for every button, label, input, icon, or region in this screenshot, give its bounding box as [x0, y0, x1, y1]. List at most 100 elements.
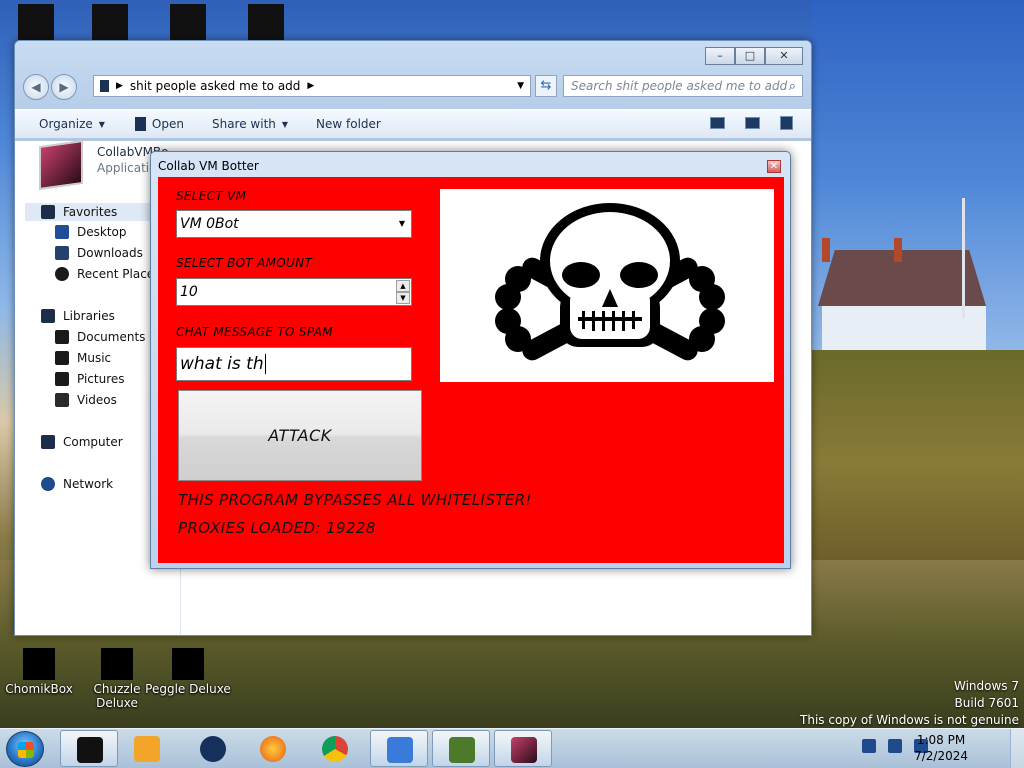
chomikbox-icon [23, 648, 55, 680]
address-bar[interactable]: ▶ shit people asked me to add ▶ ▼ [93, 75, 531, 97]
watermark-line: Build 7601 [954, 696, 1019, 710]
vm-select[interactable]: VM 0Bot ▼ [176, 210, 412, 238]
desktop-icon-top-1[interactable] [18, 4, 54, 40]
command-bar: Organize ▼ Open Share with ▼ New folder [15, 109, 811, 139]
taskbar-button-globe[interactable] [184, 730, 242, 767]
videos-icon [55, 393, 69, 407]
flag-pole [962, 198, 965, 318]
sidebar-item-documents[interactable]: Documents [55, 330, 145, 344]
desktop-icon-top-3[interactable] [170, 4, 206, 40]
sidebar-label: Music [77, 351, 112, 365]
minimize-button[interactable]: – [705, 47, 735, 65]
desktop-icon-peggle[interactable]: Peggle Deluxe [143, 640, 233, 696]
sidebar-label: Pictures [77, 372, 125, 386]
address-crumb[interactable]: shit people asked me to add [130, 79, 300, 93]
search-input[interactable]: Search shit people asked me to add ⌕ [563, 75, 803, 97]
recent-places-icon [55, 267, 69, 281]
chevron-right-icon: ▶ [116, 81, 123, 91]
firefox-icon [260, 736, 286, 762]
sidebar-label: Downloads [77, 246, 143, 260]
network-tray-icon[interactable] [862, 739, 876, 753]
peggle-icon [172, 648, 204, 680]
watermark-line: This copy of Windows is not genuine [800, 713, 1019, 727]
increment-button[interactable]: ▲ [396, 280, 410, 292]
preview-pane-icon[interactable] [745, 117, 760, 129]
clock-time: 1:08 PM [916, 733, 966, 747]
skull-image [440, 189, 774, 382]
back-button[interactable]: ◀ [23, 74, 49, 100]
pictures-icon [55, 372, 69, 386]
start-button[interactable] [6, 731, 44, 767]
desktop-house [818, 238, 986, 350]
sidebar-item-computer[interactable]: Computer [41, 435, 123, 449]
sidebar-item-libraries[interactable]: Libraries [41, 309, 115, 323]
chevron-down-icon[interactable]: ▼ [395, 213, 409, 235]
forward-button[interactable]: ▶ [51, 74, 77, 100]
search-icon[interactable]: ⌕ [789, 77, 796, 97]
chat-message-input[interactable]: what is th [176, 347, 412, 381]
refresh-icon[interactable]: ⇆ [535, 75, 557, 97]
chevron-down-icon[interactable]: ▼ [517, 81, 524, 91]
downloads-icon [55, 246, 69, 260]
chat-message-value: what is th [180, 354, 264, 374]
watermark-line: Windows 7 [953, 679, 1019, 693]
organize-button[interactable]: Organize ▼ [39, 117, 105, 131]
clock[interactable]: 1:08 PM 7/2/2024 [914, 732, 968, 764]
show-desktop-button[interactable] [1010, 729, 1024, 768]
globe-icon [200, 736, 226, 762]
taskbar-button-users[interactable] [370, 730, 428, 767]
chevron-down-icon: ▼ [281, 119, 289, 129]
taskbar-button-minecraft[interactable] [432, 730, 490, 767]
sidebar-label: Videos [77, 393, 117, 407]
bypass-status-text: THIS PROGRAM BYPASSES ALL WHITELISTER! [178, 491, 532, 509]
bot-amount-label: SELECT BOT AMOUNT [176, 256, 313, 270]
close-button[interactable]: ✕ [765, 47, 803, 65]
desktop-icon-label: Peggle Deluxe [145, 682, 231, 696]
favorites-icon [41, 205, 55, 219]
app-icon [134, 117, 146, 131]
help-icon[interactable] [780, 116, 793, 130]
sidebar-item-videos[interactable]: Videos [55, 393, 117, 407]
sidebar-item-downloads[interactable]: Downloads [55, 246, 143, 260]
text-cursor [264, 354, 266, 374]
sidebar-label: Favorites [63, 205, 118, 219]
minecraft-icon [449, 737, 475, 763]
share-with-label: Share with [211, 117, 276, 131]
sidebar-item-desktop[interactable]: Desktop [55, 225, 127, 239]
libraries-icon [41, 309, 55, 323]
taskbar-button-1[interactable] [60, 730, 118, 767]
app-icon [77, 737, 103, 763]
attack-button[interactable]: ATTACK [178, 390, 422, 481]
sidebar-label: Libraries [63, 309, 115, 323]
desktop-icon [55, 225, 69, 239]
share-with-button[interactable]: Share with ▼ [212, 117, 288, 131]
sidebar-item-pictures[interactable]: Pictures [55, 372, 125, 386]
folder-icon [100, 80, 109, 92]
taskbar-button-collabvm[interactable] [494, 730, 552, 767]
taskbar-button-chrome[interactable] [306, 730, 364, 767]
skull-and-crossbones-icon [495, 203, 725, 361]
close-button[interactable]: ✕ [767, 160, 781, 173]
maximize-button[interactable]: □ [735, 47, 765, 65]
new-folder-label: New folder [316, 117, 381, 131]
sidebar-label: Desktop [77, 225, 127, 239]
change-view-icon[interactable] [710, 117, 725, 129]
desktop-icon-top-2[interactable] [92, 4, 128, 40]
chevron-right-icon[interactable]: ▶ [307, 81, 314, 91]
decrement-button[interactable]: ▼ [396, 292, 410, 304]
sidebar-item-network[interactable]: Network [41, 477, 113, 491]
taskbar-button-firefox[interactable] [244, 730, 302, 767]
monitor-tray-icon[interactable] [888, 739, 902, 753]
sidebar-item-recent-places[interactable]: Recent Places [55, 267, 160, 281]
desktop-icon-top-4[interactable] [248, 4, 284, 40]
documents-icon [55, 330, 69, 344]
botter-window: Collab VM Botter ✕ SELECT VM VM 0Bot ▼ S… [150, 151, 791, 569]
new-folder-button[interactable]: New folder [316, 117, 381, 131]
taskbar-button-media[interactable] [118, 730, 176, 767]
collabvm-app-icon [511, 737, 537, 763]
search-placeholder: Search shit people asked me to add [571, 79, 788, 93]
sidebar-item-music[interactable]: Music [55, 351, 111, 365]
chevron-down-icon: ▼ [98, 119, 105, 129]
bot-amount-stepper[interactable]: 10 ▲ ▼ [176, 278, 412, 306]
open-button[interactable]: Open [134, 117, 184, 131]
